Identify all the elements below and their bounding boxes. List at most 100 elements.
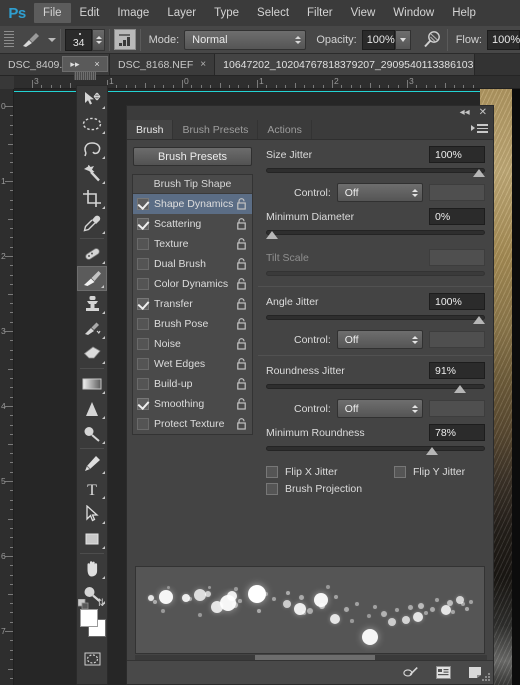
eyedropper-tool[interactable] <box>77 211 107 236</box>
dodge-tool[interactable] <box>77 421 107 446</box>
open-preset-manager-icon[interactable] <box>435 666 451 680</box>
brush-panel-titlebar[interactable]: ◂◂ ✕ <box>127 106 493 120</box>
lock-icon[interactable] <box>236 358 247 373</box>
panel-resize-grip[interactable] <box>482 673 491 682</box>
tab-actions[interactable]: Actions <box>258 120 312 139</box>
brush-option-checkbox[interactable] <box>137 298 149 310</box>
flip-y-jitter-box[interactable] <box>394 466 406 478</box>
flip-x-jitter-box[interactable] <box>266 466 278 478</box>
menu-item-edit[interactable]: Edit <box>71 3 109 23</box>
minimum-diameter-slider[interactable] <box>266 228 485 240</box>
angle-jitter-input[interactable]: 100% <box>429 293 485 310</box>
brush-option-shape-dynamics[interactable]: Shape Dynamics <box>133 194 252 214</box>
clone-stamp-tool[interactable] <box>77 291 107 316</box>
brush-option-checkbox[interactable] <box>137 278 149 290</box>
brush-option-build-up[interactable]: Build-up <box>133 374 252 394</box>
lock-icon[interactable] <box>236 258 247 273</box>
menu-item-view[interactable]: View <box>342 3 385 23</box>
panel-collapse-icon[interactable]: ◂◂ <box>460 108 470 118</box>
angle-jitter-slider[interactable] <box>266 313 485 325</box>
quick-mask-icon[interactable] <box>77 646 107 671</box>
create-new-brush-icon[interactable] <box>467 666 483 680</box>
floating-tab-controls[interactable]: ▸▸ × <box>62 56 108 72</box>
brush-projection-checkbox[interactable]: Brush Projection <box>266 483 485 495</box>
minimum-roundness-input[interactable]: 78% <box>429 424 485 441</box>
path-selection-tool[interactable] <box>77 501 107 526</box>
brush-option-dual-brush[interactable]: Dual Brush <box>133 254 252 274</box>
eraser-tool[interactable] <box>77 341 107 366</box>
brush-option-checkbox[interactable] <box>137 378 149 390</box>
opacity-chevron-down-icon[interactable] <box>394 29 412 50</box>
brush-projection-box[interactable] <box>266 483 278 495</box>
pen-tool[interactable] <box>77 451 107 476</box>
crop-tool[interactable] <box>77 186 107 211</box>
document-tab-2[interactable]: DSC_8168.NEF × <box>110 54 216 75</box>
tab-brush[interactable]: Brush <box>127 120 174 139</box>
brush-preset-chevron-down-icon[interactable] <box>48 37 56 42</box>
minimum-diameter-thumb[interactable] <box>266 231 278 239</box>
brush-tool[interactable] <box>77 266 107 291</box>
lock-icon[interactable] <box>236 338 247 353</box>
blur-tool[interactable] <box>77 396 107 421</box>
tab-brush-presets[interactable]: Brush Presets <box>173 120 259 139</box>
menu-item-select[interactable]: Select <box>248 3 298 23</box>
brush-option-color-dynamics[interactable]: Color Dynamics <box>133 274 252 294</box>
brush-option-scattering[interactable]: Scattering <box>133 214 252 234</box>
brush-option-brush-pose[interactable]: Brush Pose <box>133 314 252 334</box>
brush-panel-icon[interactable] <box>114 29 136 50</box>
panel-close-icon[interactable]: ✕ <box>479 108 487 118</box>
gradient-tool[interactable] <box>77 371 107 396</box>
tab-close-icon[interactable]: × <box>94 59 99 69</box>
brush-option-smoothing[interactable]: Smoothing <box>133 394 252 414</box>
elliptical-marquee-tool[interactable] <box>77 111 107 136</box>
brush-size-input[interactable]: 34 <box>65 28 93 51</box>
flip-y-jitter-checkbox[interactable]: Flip Y Jitter <box>394 466 465 478</box>
flip-x-jitter-checkbox[interactable]: Flip X Jitter <box>266 466 394 478</box>
lock-icon[interactable] <box>236 278 247 293</box>
size-jitter-input[interactable]: 100% <box>429 146 485 163</box>
brush-option-checkbox[interactable] <box>137 358 149 370</box>
color-swatches[interactable]: ⇅ <box>77 598 107 640</box>
swap-colors-icon[interactable]: ⇅ <box>97 598 105 609</box>
brush-preset-icon[interactable] <box>17 29 46 51</box>
brush-option-checkbox[interactable] <box>137 318 149 330</box>
size-jitter-slider[interactable] <box>266 166 485 178</box>
opacity-input[interactable]: 100% <box>361 29 395 50</box>
brush-option-checkbox[interactable] <box>137 418 149 430</box>
brush-tip-shape-item[interactable]: Brush Tip Shape <box>133 175 252 194</box>
angle-control-extra-field[interactable] <box>429 331 485 348</box>
brush-option-texture[interactable]: Texture <box>133 234 252 254</box>
menu-item-filter[interactable]: Filter <box>298 3 342 23</box>
rectangle-tool[interactable] <box>77 526 107 551</box>
size-jitter-thumb[interactable] <box>473 169 485 177</box>
healing-brush-tool[interactable] <box>77 241 107 266</box>
lock-icon[interactable] <box>236 318 247 333</box>
default-colors-icon[interactable] <box>77 598 89 610</box>
magic-wand-tool[interactable] <box>77 161 107 186</box>
toggle-brush-preview-icon[interactable] <box>403 666 419 680</box>
brush-option-noise[interactable]: Noise <box>133 334 252 354</box>
lock-icon[interactable] <box>236 418 247 433</box>
brush-option-checkbox[interactable] <box>137 258 149 270</box>
menu-item-layer[interactable]: Layer <box>158 3 205 23</box>
brush-size-stepper[interactable] <box>92 28 106 51</box>
history-brush-tool[interactable] <box>77 316 107 341</box>
brush-option-checkbox[interactable] <box>137 218 149 230</box>
brush-option-checkbox[interactable] <box>137 198 149 210</box>
minimum-roundness-thumb[interactable] <box>425 447 438 455</box>
minimum-diameter-input[interactable]: 0% <box>429 208 485 225</box>
roundness-jitter-thumb[interactable] <box>454 385 467 393</box>
menu-item-image[interactable]: Image <box>108 3 158 23</box>
lasso-tool[interactable] <box>77 136 107 161</box>
panel-menu-icon[interactable] <box>471 124 488 133</box>
brush-option-checkbox[interactable] <box>137 398 149 410</box>
menu-item-type[interactable]: Type <box>205 3 248 23</box>
roundness-jitter-slider[interactable] <box>266 382 485 394</box>
lock-icon[interactable] <box>236 298 247 313</box>
document-tab-3[interactable]: 10647202_10204767818379207_2909540113386… <box>215 54 476 75</box>
brush-presets-button[interactable]: Brush Presets <box>133 147 252 166</box>
lock-icon[interactable] <box>236 398 247 413</box>
roundness-jitter-input[interactable]: 91% <box>429 362 485 379</box>
ruler-corner[interactable] <box>0 76 14 89</box>
flow-input[interactable]: 100% <box>486 29 520 50</box>
